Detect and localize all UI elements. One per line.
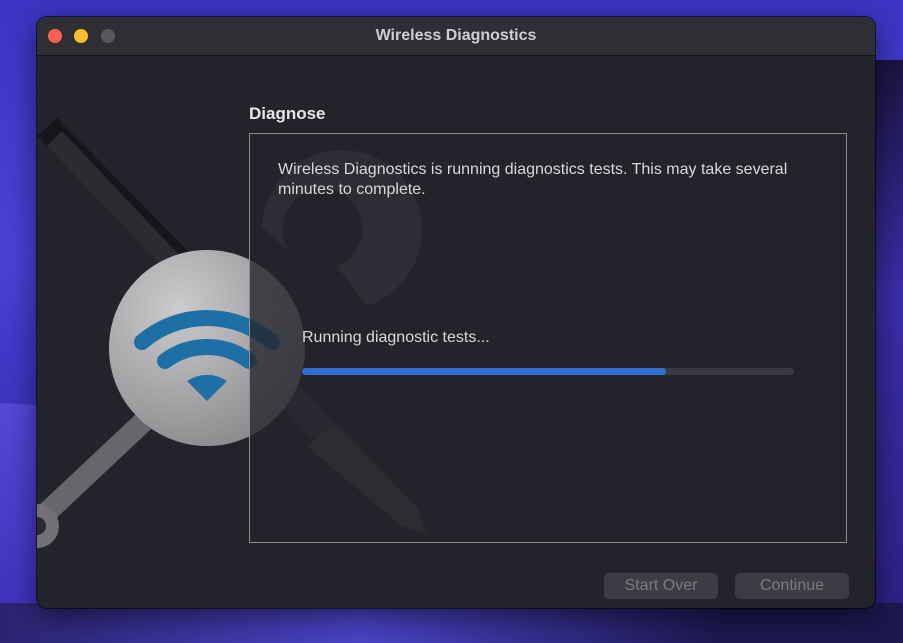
minimize-button[interactable] [74, 29, 88, 43]
wallpaper-bottom [0, 603, 903, 643]
start-over-button[interactable]: Start Over [604, 573, 718, 599]
progress-bar [302, 368, 794, 375]
title-bar[interactable]: Wireless Diagnostics [37, 17, 875, 56]
zoom-button [101, 29, 115, 43]
window-content: Diagnose Wireless Diagnostics is running… [37, 56, 875, 608]
section-heading: Diagnose [249, 104, 326, 123]
continue-button[interactable]: Continue [735, 573, 849, 599]
diagnostics-panel: Wireless Diagnostics is running diagnost… [249, 133, 847, 543]
status-text: Running diagnostic tests... [302, 329, 490, 346]
description-text: Wireless Diagnostics is running diagnost… [278, 161, 788, 198]
wallpaper-edge [873, 60, 903, 643]
wireless-diagnostics-window: Wireless Diagnostics Diagnose Wireless D… [37, 17, 875, 608]
window-title: Wireless Diagnostics [375, 27, 537, 44]
progress-bar-fill [302, 368, 667, 375]
close-button[interactable] [48, 29, 62, 43]
